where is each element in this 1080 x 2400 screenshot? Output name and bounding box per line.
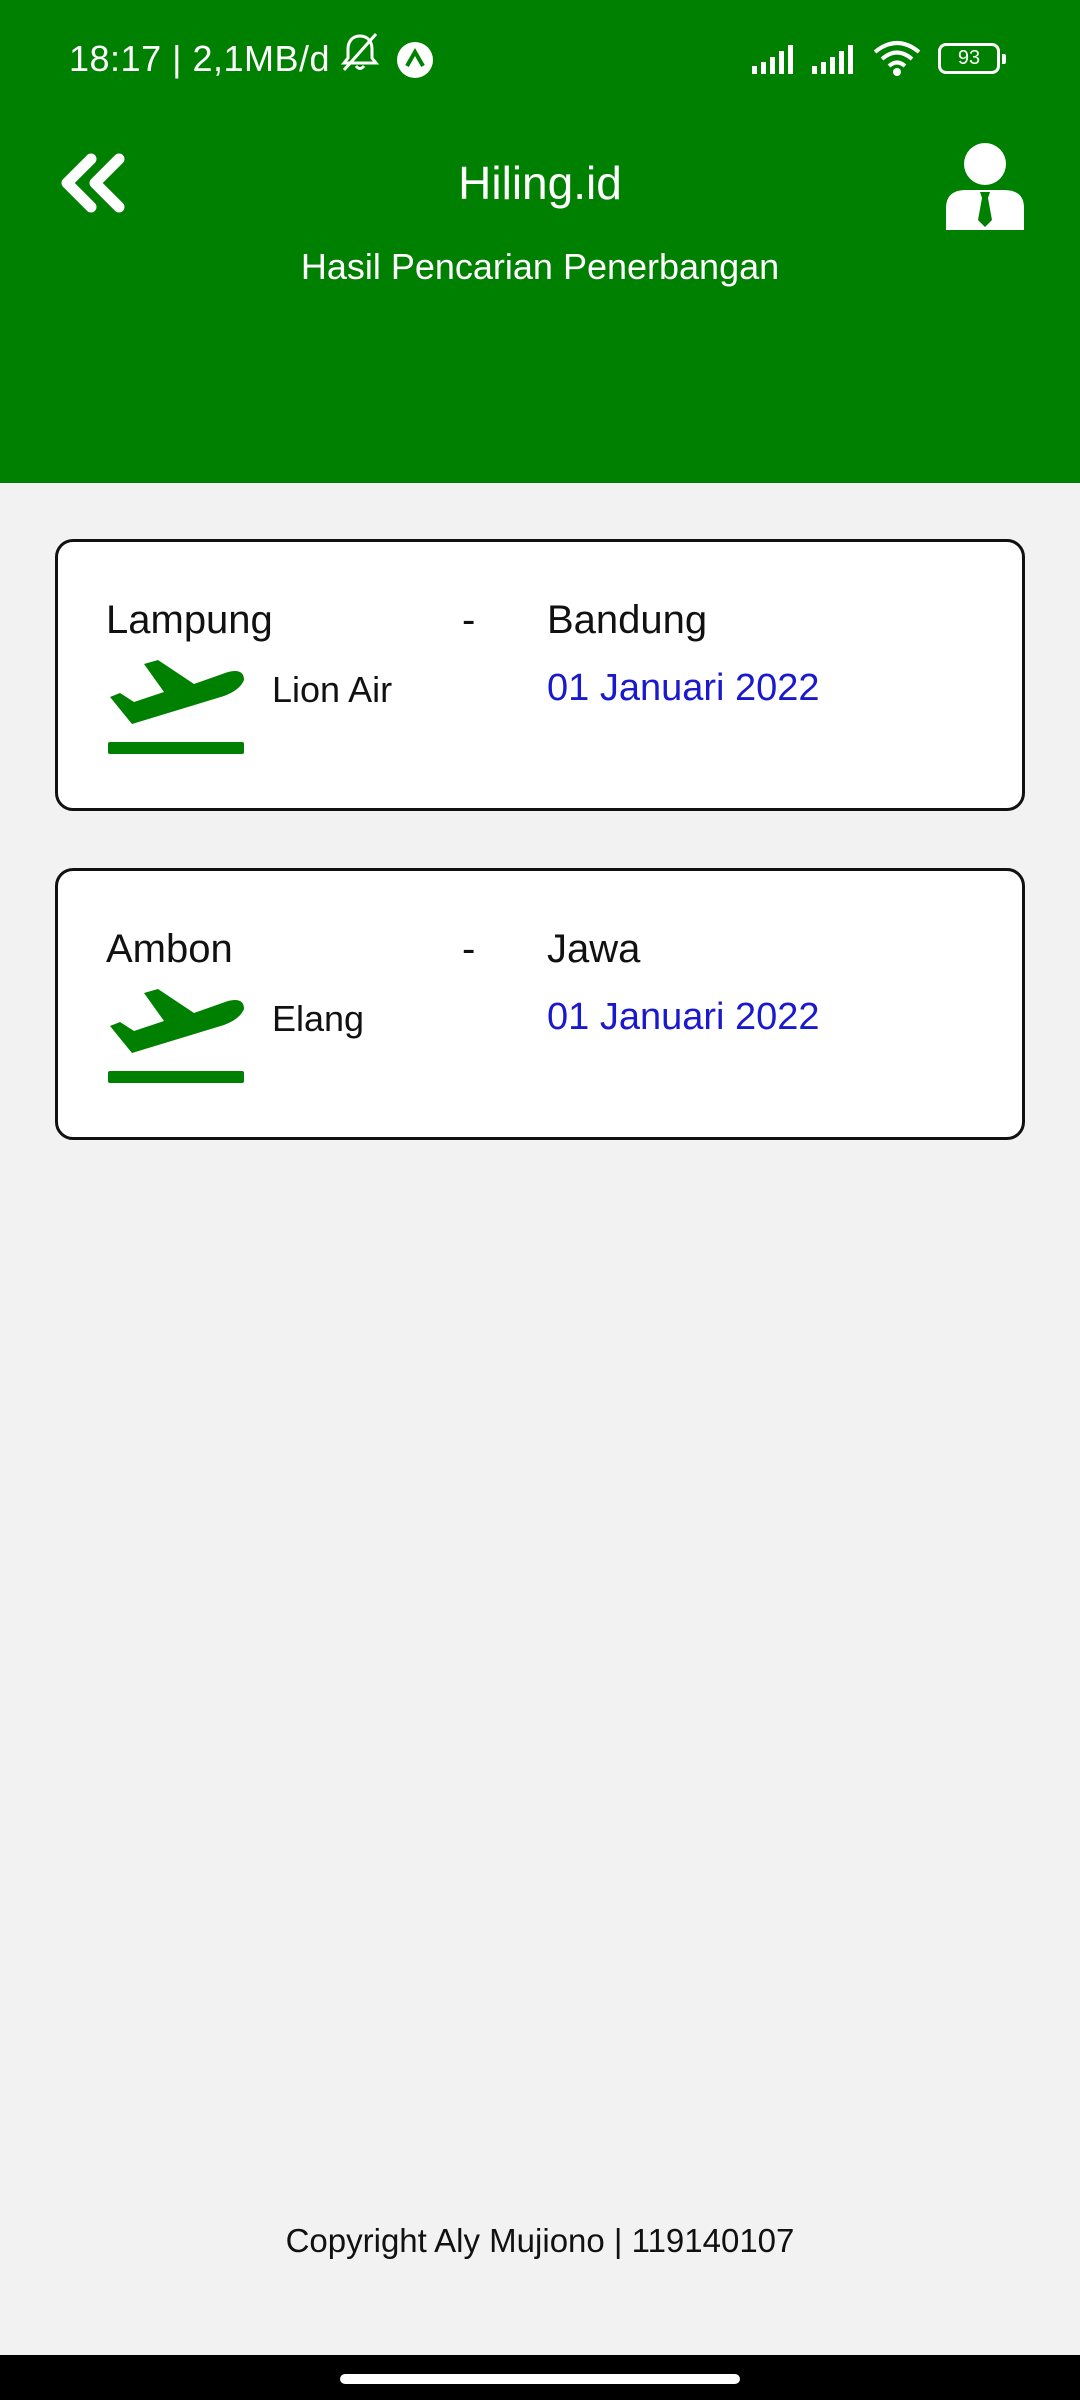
user-profile-icon <box>946 143 1024 230</box>
flight-origin: Ambon <box>106 927 233 971</box>
profile-button[interactable] <box>944 142 1026 232</box>
app-title: Hiling.id <box>458 157 622 209</box>
battery-icon: 93 <box>938 43 1006 74</box>
flight-origin: Lampung <box>106 598 273 642</box>
wifi-icon <box>873 41 921 76</box>
page-subtitle: Hasil Pencarian Penerbangan <box>300 246 780 287</box>
flight-destination: Jawa <box>547 927 641 971</box>
flight-result-card[interactable]: Lampung - Bandung Lion Air 01 Januari 20… <box>55 539 1025 811</box>
status-time-data: 18:17 | 2,1MB/d <box>69 38 331 79</box>
signal-icon <box>752 45 793 74</box>
flight-destination: Bandung <box>547 598 708 642</box>
footer-copyright: Copyright Aly Mujiono | 119140107 <box>285 2222 795 2259</box>
flight-date: 01 Januari 2022 <box>547 667 820 709</box>
flight-result-card[interactable]: Ambon - Jawa Elang 01 Januari 2022 <box>55 868 1025 1140</box>
airline-name: Lion Air <box>272 669 393 710</box>
plane-departure-icon <box>108 989 244 1083</box>
route-separator: - <box>462 598 476 642</box>
flight-date: 01 Januari 2022 <box>547 996 820 1038</box>
route-separator: - <box>462 927 476 971</box>
airline-name: Elang <box>272 998 365 1039</box>
home-indicator[interactable] <box>340 2374 740 2384</box>
app-notification-icon <box>397 42 433 78</box>
signal-icon <box>812 45 853 74</box>
battery-level: 93 <box>957 47 981 69</box>
app-header: 18:17 | 2,1MB/d 93 Hiling.id Hasil Penca… <box>0 0 1080 483</box>
bell-muted-icon <box>340 33 380 71</box>
status-bar: 18:17 | 2,1MB/d 93 <box>0 0 1080 120</box>
plane-departure-icon <box>108 660 244 754</box>
